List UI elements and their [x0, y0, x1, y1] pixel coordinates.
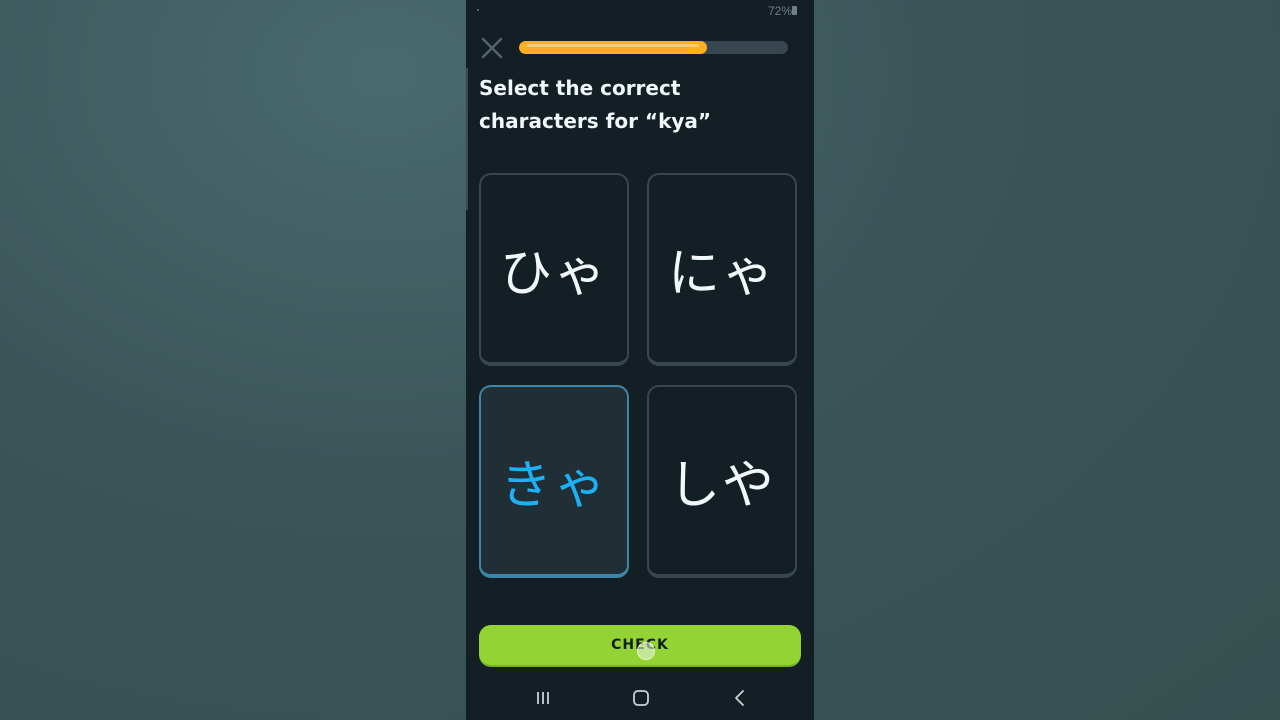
system-navigation-bar [466, 676, 814, 720]
status-bar: 72% [466, 0, 814, 22]
recents-icon [537, 692, 549, 704]
home-icon [633, 690, 649, 706]
option-card-shiya[interactable]: しや [647, 385, 797, 578]
option-card-hya[interactable]: ひゃ [479, 173, 629, 366]
back-button[interactable] [728, 686, 752, 710]
option-label: きゃ [499, 456, 608, 516]
question-prompt: Select the correct characters for “kya” [479, 76, 712, 133]
progress-shine [527, 44, 700, 47]
option-card-kya[interactable]: きゃ [479, 385, 629, 578]
home-button[interactable] [629, 686, 653, 710]
scroll-indicator [466, 68, 468, 210]
option-label: にゃ [667, 244, 776, 304]
option-card-nya[interactable]: にゃ [647, 173, 797, 366]
option-label: しや [668, 456, 776, 516]
recents-button[interactable] [531, 686, 555, 710]
progress-fill [519, 41, 708, 54]
touch-indicator [637, 642, 655, 660]
lesson-progress-bar [519, 41, 788, 54]
close-button[interactable] [480, 36, 504, 60]
notification-dot [477, 9, 479, 11]
answer-options: ひゃ にゃ きゃ しや [479, 173, 801, 583]
battery-icon [792, 6, 797, 15]
close-icon [481, 37, 503, 59]
battery-percentage: 72% [767, 4, 792, 18]
app-screen: 72% Select the correct characters for “k… [466, 0, 814, 720]
option-label: ひゃ [499, 244, 608, 304]
back-icon [735, 690, 744, 706]
